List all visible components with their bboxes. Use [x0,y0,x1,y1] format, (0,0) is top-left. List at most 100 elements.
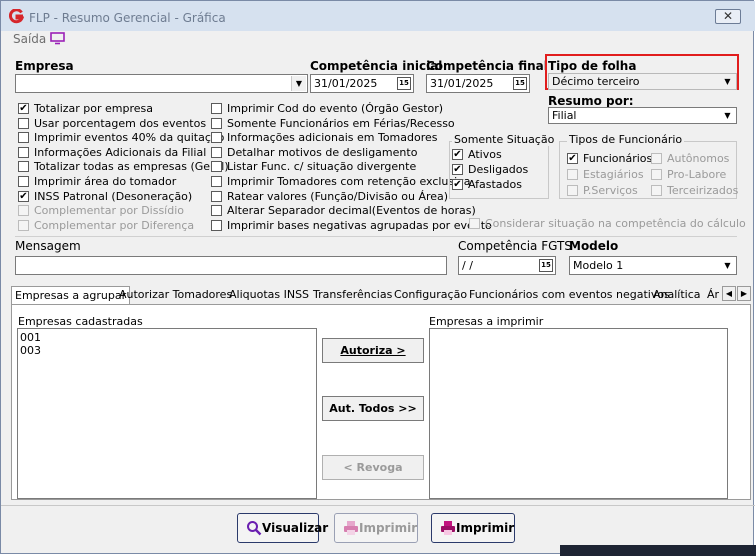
revoga-button-label: < Revoga [343,461,403,474]
tab-transferencias[interactable]: Transferências [310,286,395,304]
imprimir-disabled-label: Imprimir [359,521,418,535]
chevron-down-icon[interactable]: ▼ [291,76,306,91]
option-col1-7-label: Complementar por Dissídio [34,204,185,218]
option-col1-1-checkbox[interactable] [18,117,29,129]
option-col2-4-checkbox[interactable] [211,161,222,173]
autoriza-button[interactable]: Autoriza > [322,338,424,363]
situacao-0-checkbox[interactable]: ✔ [452,149,463,160]
chevron-down-icon[interactable]: ▼ [720,75,735,88]
list-item[interactable]: 001 [20,331,314,344]
tipo-funcionario-4-checkbox[interactable] [567,185,578,196]
tab-autorizar-tomadores[interactable]: Autorizar Tomadores [116,286,235,304]
tab-aliquotas-inss[interactable]: Aliquotas INSS [226,286,312,304]
competencia-final-label: Competência final [426,59,548,73]
competencia-inicial-label: Competência inicial [310,59,443,73]
situacao-2-checkbox[interactable]: ✔ [452,179,463,190]
tab-analitica[interactable]: Analítica [650,286,704,304]
option-col2-6-label: Ratear valores (Função/Divisão ou Área) [227,189,449,203]
calendar-icon[interactable]: 15 [539,259,553,272]
imprimir-disabled-button[interactable]: Imprimir [334,513,418,543]
option-col2-7-checkbox[interactable] [211,205,222,217]
considerar-situacao-checkbox[interactable] [469,218,480,229]
resumo-por-label: Resumo por: [548,94,634,108]
modelo-select[interactable]: Modelo 1 ▼ [569,256,737,275]
competencia-inicial-value: 31/01/2025 [314,77,378,90]
option-col1-6-label: INSS Patronal (Desoneração) [34,189,193,203]
chevron-down-icon[interactable]: ▼ [720,258,735,273]
modelo-value: Modelo 1 [573,259,624,272]
background-window-strip [560,545,756,556]
tab-configuracao[interactable]: Configuração [391,286,470,304]
tipo-funcionario-3-checkbox[interactable] [651,169,662,180]
empresas-cadastradas-list[interactable]: 001 003 [17,328,317,499]
option-col2-3-checkbox[interactable] [211,146,222,158]
resumo-por-value: Filial [552,109,577,122]
tab-scroll-left-icon[interactable]: ◀ [722,286,736,301]
visualizar-button[interactable]: Visualizar [237,513,328,543]
imprimir-label: Imprimir [456,521,515,535]
autorizar-todos-button-label: Aut. Todos >> [329,402,417,415]
empresa-label: Empresa [15,59,74,73]
imprimir-button[interactable]: Imprimir [431,513,515,543]
option-col2-1-checkbox[interactable] [211,117,222,129]
monitor-icon[interactable] [50,32,65,45]
option-col2-5-checkbox[interactable] [211,176,222,187]
empresas-imprimir-list[interactable] [429,328,728,499]
tipo-funcionario-2-checkbox[interactable] [567,169,578,180]
option-col1-0-label: Totalizar por empresa [34,102,153,115]
mensagem-input[interactable] [15,256,447,275]
printer-icon [440,520,456,536]
calendar-icon[interactable]: 15 [397,77,411,90]
option-col1-5-checkbox[interactable] [18,176,29,187]
option-col2-2-checkbox[interactable] [211,132,222,144]
option-col1-6-checkbox[interactable]: ✔ [18,190,29,202]
close-button[interactable]: ✕ [715,9,741,24]
tipo-funcionario-0-checkbox[interactable]: ✔ [567,153,578,164]
competencia-fgts-value: / / [462,259,473,272]
competencia-fgts-input[interactable]: / / 15 [458,256,556,275]
empresas-cadastradas-label: Empresas cadastradas [18,315,143,328]
option-col1-7-checkbox[interactable] [18,205,29,217]
option-col1-3-checkbox[interactable] [18,146,29,158]
tab-panel-empresas-a-agrupar: Empresas cadastradas 001 003 Autoriza > A… [11,304,751,500]
tab-area[interactable]: Ár [704,286,721,304]
competencia-inicial-input[interactable]: 31/01/2025 15 [310,74,414,93]
app-logo-icon [8,8,25,24]
tab-empresas-a-agrupar[interactable]: Empresas a agrupar [11,286,131,305]
title-bar: FLP - Resumo Gerencial - Gráfica ✕ [1,1,755,31]
tipo-folha-select[interactable]: Décimo terceiro ▼ [548,73,737,90]
tipo-funcionario-0-label: Funcionários [583,152,653,165]
tipo-funcionario-1-label: Autônomos [667,152,730,165]
tipo-funcionario-1-checkbox[interactable] [651,153,662,164]
option-col2-0-checkbox[interactable] [211,103,222,114]
visualizar-label: Visualizar [262,521,329,535]
tab-scroll-right-icon[interactable]: ▶ [737,286,751,301]
tipo-funcionario-4-label: P.Serviços [583,184,638,197]
competencia-fgts-label: Competência FGTS [458,239,572,253]
option-col1-8-label: Complementar por Diferença [34,218,195,232]
option-col1-0-checkbox[interactable]: ✔ [18,103,29,114]
bottom-divider [1,505,755,506]
option-col2-1-label: Somente Funcionários em Férias/Recesso [227,116,455,130]
option-col1-4-checkbox[interactable] [18,161,29,173]
option-col2-6-checkbox[interactable] [211,190,222,202]
option-col1-2-checkbox[interactable] [18,132,29,144]
option-col1-2-label: Imprimir eventos 40% da quitação [34,131,225,145]
calendar-icon[interactable]: 15 [513,77,527,90]
autorizar-todos-button[interactable]: Aut. Todos >> [322,396,424,421]
tipo-funcionario-5-checkbox[interactable] [651,185,662,196]
resumo-por-select[interactable]: Filial ▼ [548,107,737,124]
revoga-button[interactable]: < Revoga [322,455,424,480]
option-col2-8-label: Imprimir bases negativas agrupadas por e… [227,218,492,232]
tab-funcionarios-eventos-negativos[interactable]: Funcionários com eventos negativos [466,286,673,304]
option-col1-4-label: Totalizar todas as empresas (Geral) [34,160,229,174]
situacao-1-checkbox[interactable]: ✔ [452,164,463,175]
option-col1-8-checkbox[interactable] [18,219,29,231]
list-item[interactable]: 003 [20,344,314,357]
option-col2-8-checkbox[interactable] [211,219,222,231]
situacao-1-label: Desligados [468,163,529,176]
chevron-down-icon[interactable]: ▼ [720,109,735,122]
empresa-select[interactable]: ▼ [15,74,308,93]
competencia-final-input[interactable]: 31/01/2025 15 [426,74,530,93]
menu-saida[interactable]: Saída [13,32,46,46]
